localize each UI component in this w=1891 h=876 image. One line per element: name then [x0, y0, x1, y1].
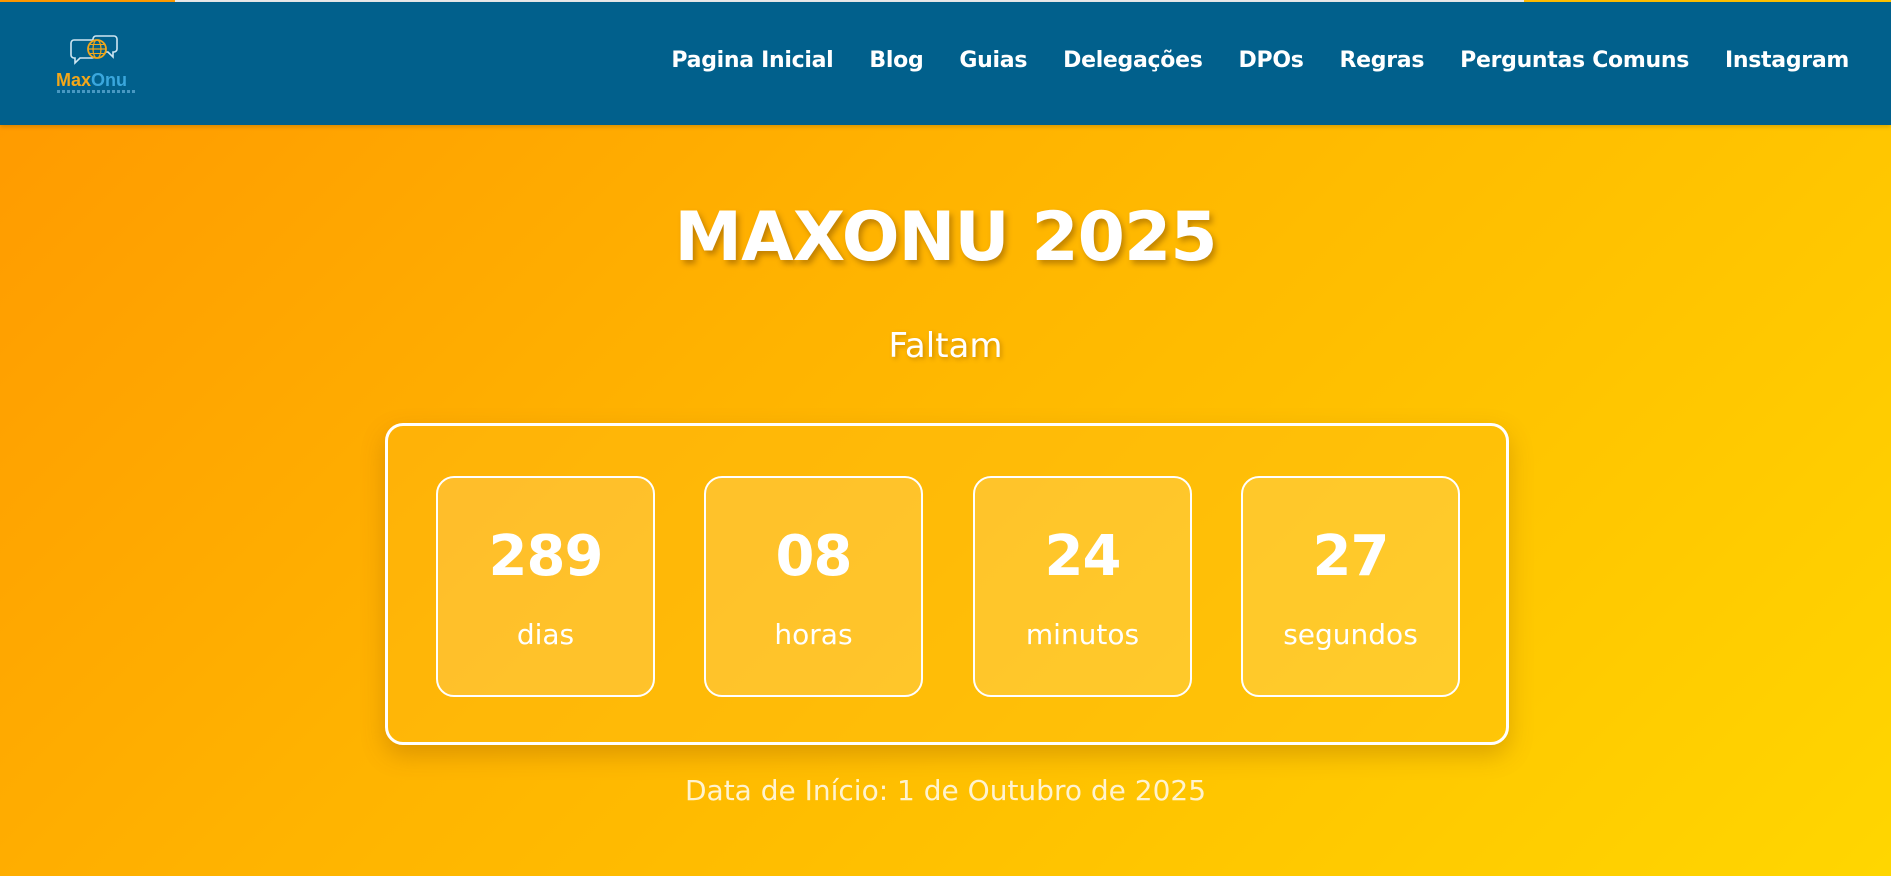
nav-link-delegacoes[interactable]: Delegações — [1063, 48, 1203, 73]
logo-wordmark: MaxOnu — [56, 70, 127, 91]
countdown-minutes-value: 24 — [1044, 524, 1122, 589]
nav-link-pagina-inicial[interactable]: Pagina Inicial — [671, 48, 833, 73]
countdown-seconds-label: segundos — [1283, 618, 1418, 651]
countdown-days-label: dias — [516, 618, 575, 651]
logo-text-max: Max — [56, 70, 92, 90]
countdown-seconds: 27 segundos — [1241, 476, 1460, 697]
countdown-days-value: 289 — [488, 524, 604, 589]
logo-tagline-decoration — [57, 90, 135, 93]
logo-text-onu: Onu — [91, 70, 128, 90]
page-title: MAXONU 2025 — [674, 198, 1217, 277]
globe-speech-bubbles-icon — [70, 35, 118, 65]
nav-link-guias[interactable]: Guias — [959, 48, 1027, 73]
nav-link-regras[interactable]: Regras — [1340, 48, 1425, 73]
nav-link-blog[interactable]: Blog — [869, 48, 923, 73]
countdown-seconds-value: 27 — [1312, 524, 1390, 589]
page: MaxOnu Pagina Inicial Blog Guias Delegaç… — [0, 0, 1891, 876]
countdown-days: 289 dias — [436, 476, 655, 697]
start-date-text: Data de Início: 1 de Outubro de 2025 — [684, 774, 1207, 807]
nav-link-instagram[interactable]: Instagram — [1725, 48, 1849, 73]
countdown-panel: 289 dias 08 horas 24 minutos 27 segundos — [385, 423, 1509, 745]
nav-link-dpos[interactable]: DPOs — [1239, 48, 1304, 73]
countdown-hours-value: 08 — [775, 524, 853, 589]
countdown-minutes-label: minutos — [1025, 618, 1140, 651]
navbar: MaxOnu Pagina Inicial Blog Guias Delegaç… — [0, 2, 1891, 125]
nav-link-perguntas-comuns[interactable]: Perguntas Comuns — [1460, 48, 1689, 73]
countdown-hours-label: horas — [774, 618, 853, 651]
countdown-minutes: 24 minutos — [973, 476, 1192, 697]
countdown-subtitle: Faltam — [888, 326, 1003, 366]
countdown-hours: 08 horas — [704, 476, 923, 697]
main-nav: Pagina Inicial Blog Guias Delegações DPO… — [635, 48, 1849, 73]
maxonu-logo[interactable]: MaxOnu — [56, 34, 136, 96]
